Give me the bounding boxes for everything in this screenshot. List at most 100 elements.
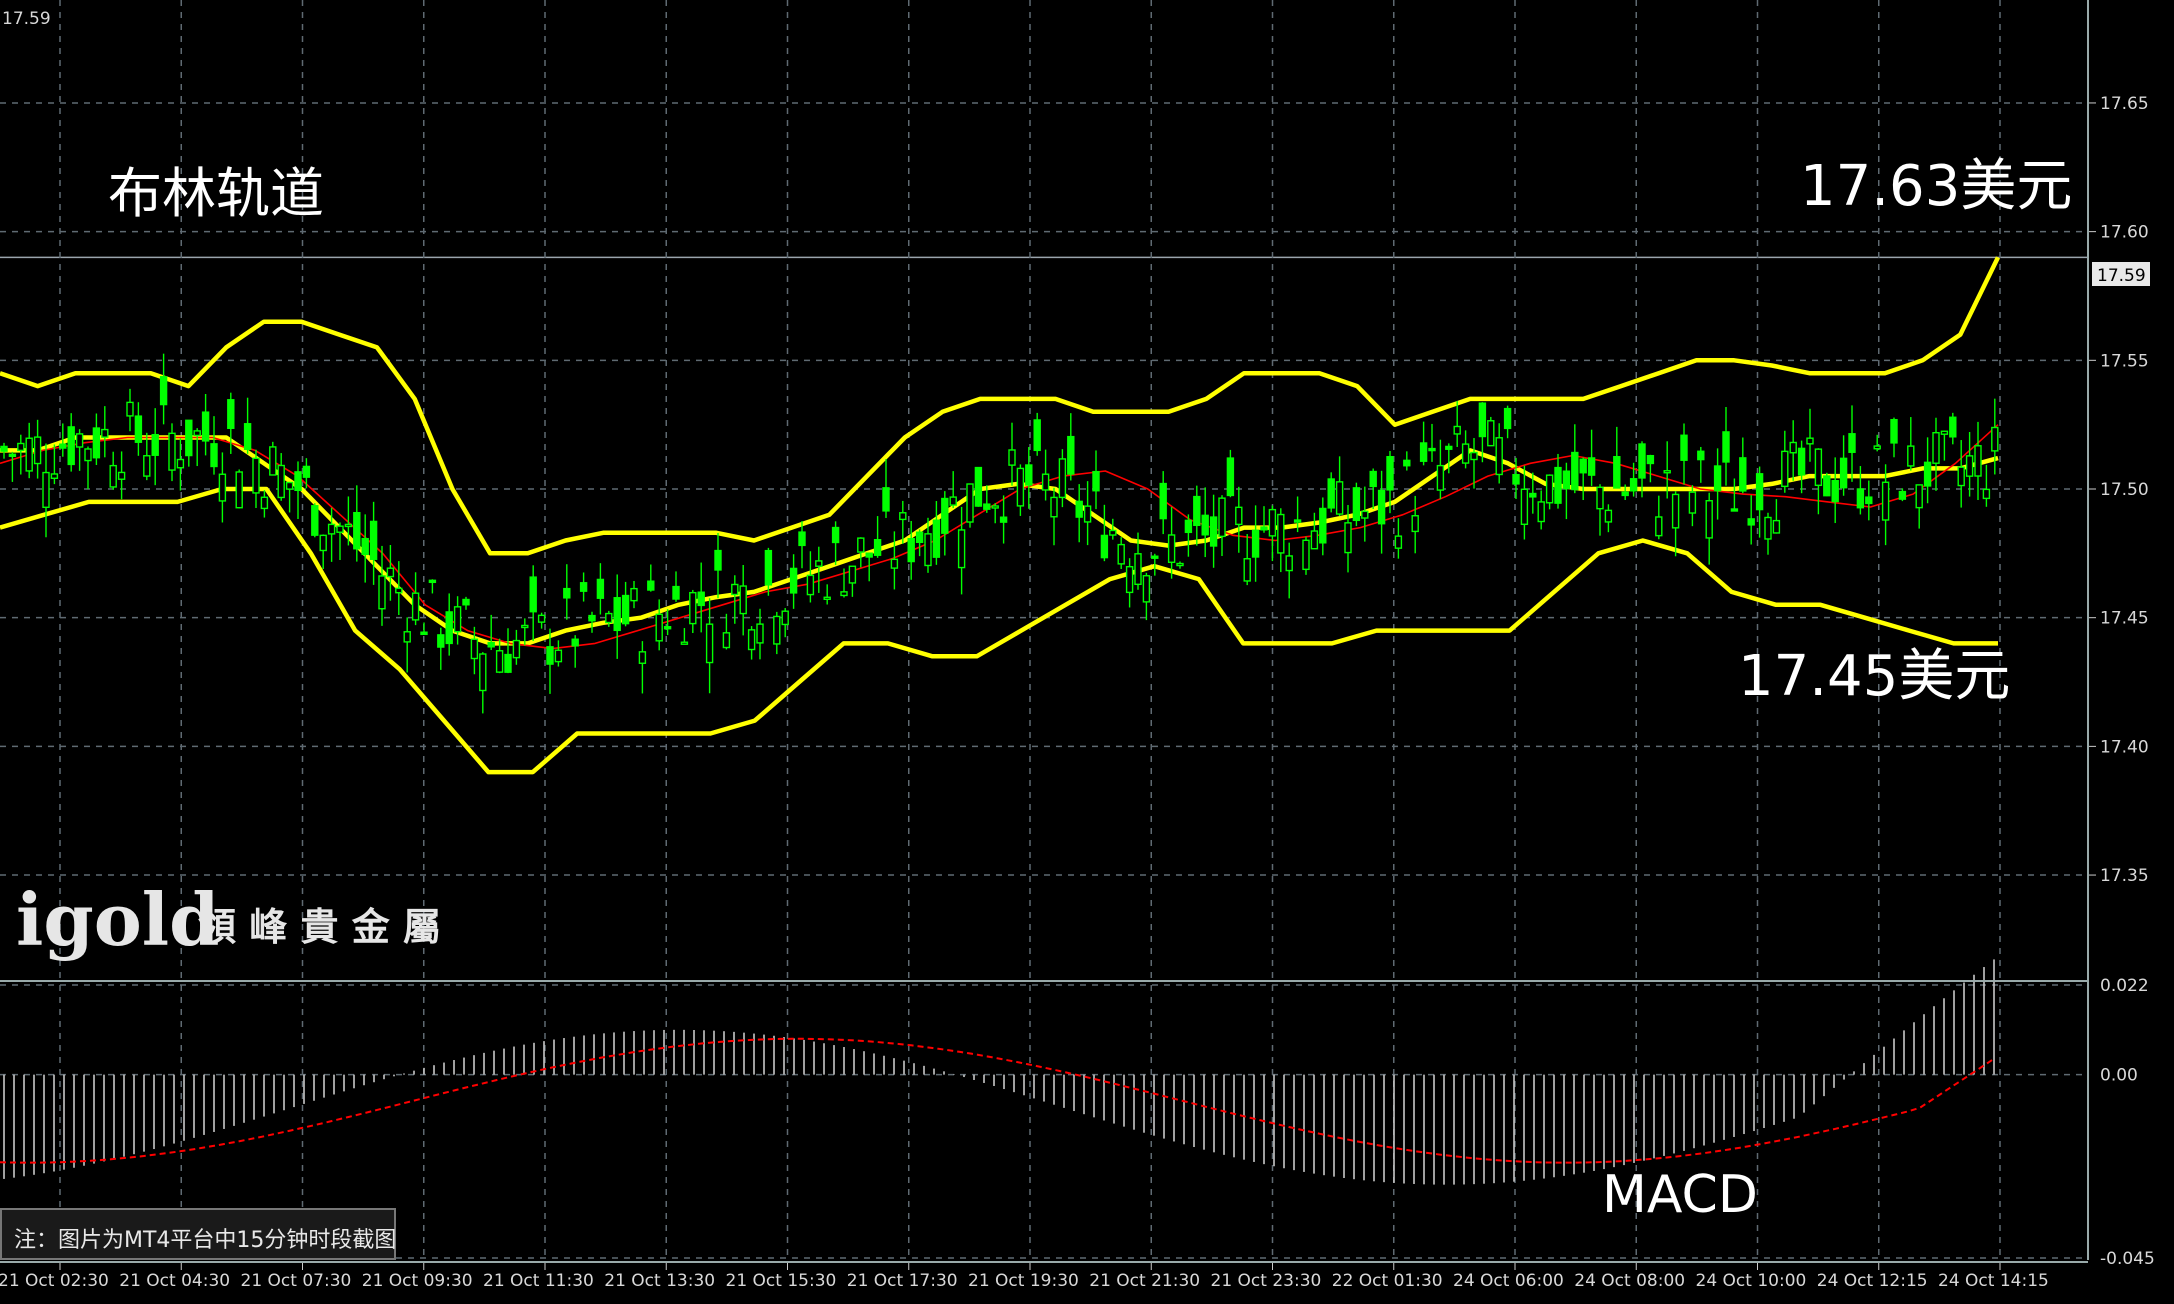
candle-body [1428,447,1436,452]
candle-body [1646,454,1655,465]
candle-body [1663,470,1671,474]
candle-body [571,638,579,647]
price-tick-label: 17.45 [2100,609,2149,629]
candle-body [1974,445,1982,477]
candle-body [1083,505,1092,523]
candle-body [487,641,495,648]
candle-body [462,598,470,606]
note-text: 注：图片为MT4平台中15分钟时段截图 [14,1228,397,1253]
candle-body [1890,418,1898,444]
time-tick-label: 21 Oct 09:30 [362,1271,473,1291]
candle-body [1688,491,1697,514]
candle-body [235,471,243,509]
candle-body [1134,553,1142,586]
candle-body [1881,481,1890,521]
candle-body [504,653,512,673]
candle-body [1856,488,1865,509]
time-tick-label: 24 Oct 10:00 [1696,1271,1807,1291]
candle-body [1671,493,1680,529]
candle-body [353,511,361,550]
candle-body [680,641,689,645]
candle-body [1739,457,1747,492]
current-price-label: 17.59 [2097,266,2146,286]
candle-body [1394,535,1403,549]
candle-body [1705,500,1713,539]
candle-body [210,443,218,468]
candle-body [1151,555,1159,559]
candle-body [1142,575,1151,603]
candle-body [479,653,487,692]
candle-body [1487,420,1495,447]
price-tick-label: 17.65 [2100,94,2149,114]
candle-body [311,505,319,536]
time-tick-label: 21 Oct 21:30 [1089,1271,1200,1291]
candle-body [974,466,983,507]
candle-body [1453,425,1461,435]
candle-body [395,587,403,594]
time-tick-label: 24 Oct 12:15 [1817,1271,1928,1291]
candle-body [890,558,899,569]
candle-body [747,629,756,651]
candle-body [378,575,386,610]
candle-body [999,516,1008,523]
macd-tick-label: -0.045 [2100,1249,2155,1269]
candle-body [546,646,554,665]
candle-body [1058,458,1067,499]
candle-body [445,611,453,645]
upper-target-label: 17.63美元 [1800,154,2072,219]
candle-body [1159,482,1167,520]
candle-body [269,446,277,476]
candle-body [756,623,764,644]
candle-body [1873,445,1881,450]
candle-body [42,471,50,509]
candle-body [1529,492,1537,498]
candle-body [1125,565,1134,594]
candle-body [277,464,285,499]
candle-body [873,539,882,556]
candle-body [369,520,378,560]
time-tick-label: 21 Oct 17:30 [847,1271,958,1291]
candle-body [336,525,344,533]
candle-body [294,471,302,492]
lower-target-label: 17.45美元 [1738,644,2010,709]
candle-body [1898,490,1907,500]
candle-body [1545,474,1554,504]
candle-body [176,458,185,469]
candle-body [227,399,235,429]
candle-body [638,651,647,664]
candle-body [1831,479,1839,503]
candle-body [613,597,621,632]
candle-body [1697,450,1705,461]
candle-body [1193,495,1201,527]
candle-body [840,591,848,597]
candle-body [1268,508,1277,537]
candle-body [588,614,596,622]
candle-body [1067,435,1075,475]
candle-body [495,650,504,673]
candle-body [521,624,529,629]
candle-body [386,567,395,578]
candle-body [126,401,134,417]
candle-body [1377,489,1386,525]
candle-body [243,423,252,450]
candle-body [848,565,857,584]
candle-body [823,596,831,600]
candle-body [621,594,630,625]
candle-body [75,433,84,448]
candle-body [1167,534,1176,563]
candle-body [1755,473,1764,511]
time-tick-label: 24 Oct 14:15 [1938,1271,2049,1291]
time-tick-label: 21 Oct 04:30 [119,1271,230,1291]
candle-body [361,537,369,556]
candle-body [1512,473,1520,485]
candle-body [285,481,294,490]
candle-body [1907,445,1915,467]
candle-body [1419,442,1428,462]
candle-body [1604,509,1613,523]
candle-body [1940,430,1949,435]
candle-body [529,576,537,613]
candle-body [1562,470,1571,490]
candle-body [857,537,865,553]
candle-body [957,529,966,569]
candle-body [344,523,353,528]
